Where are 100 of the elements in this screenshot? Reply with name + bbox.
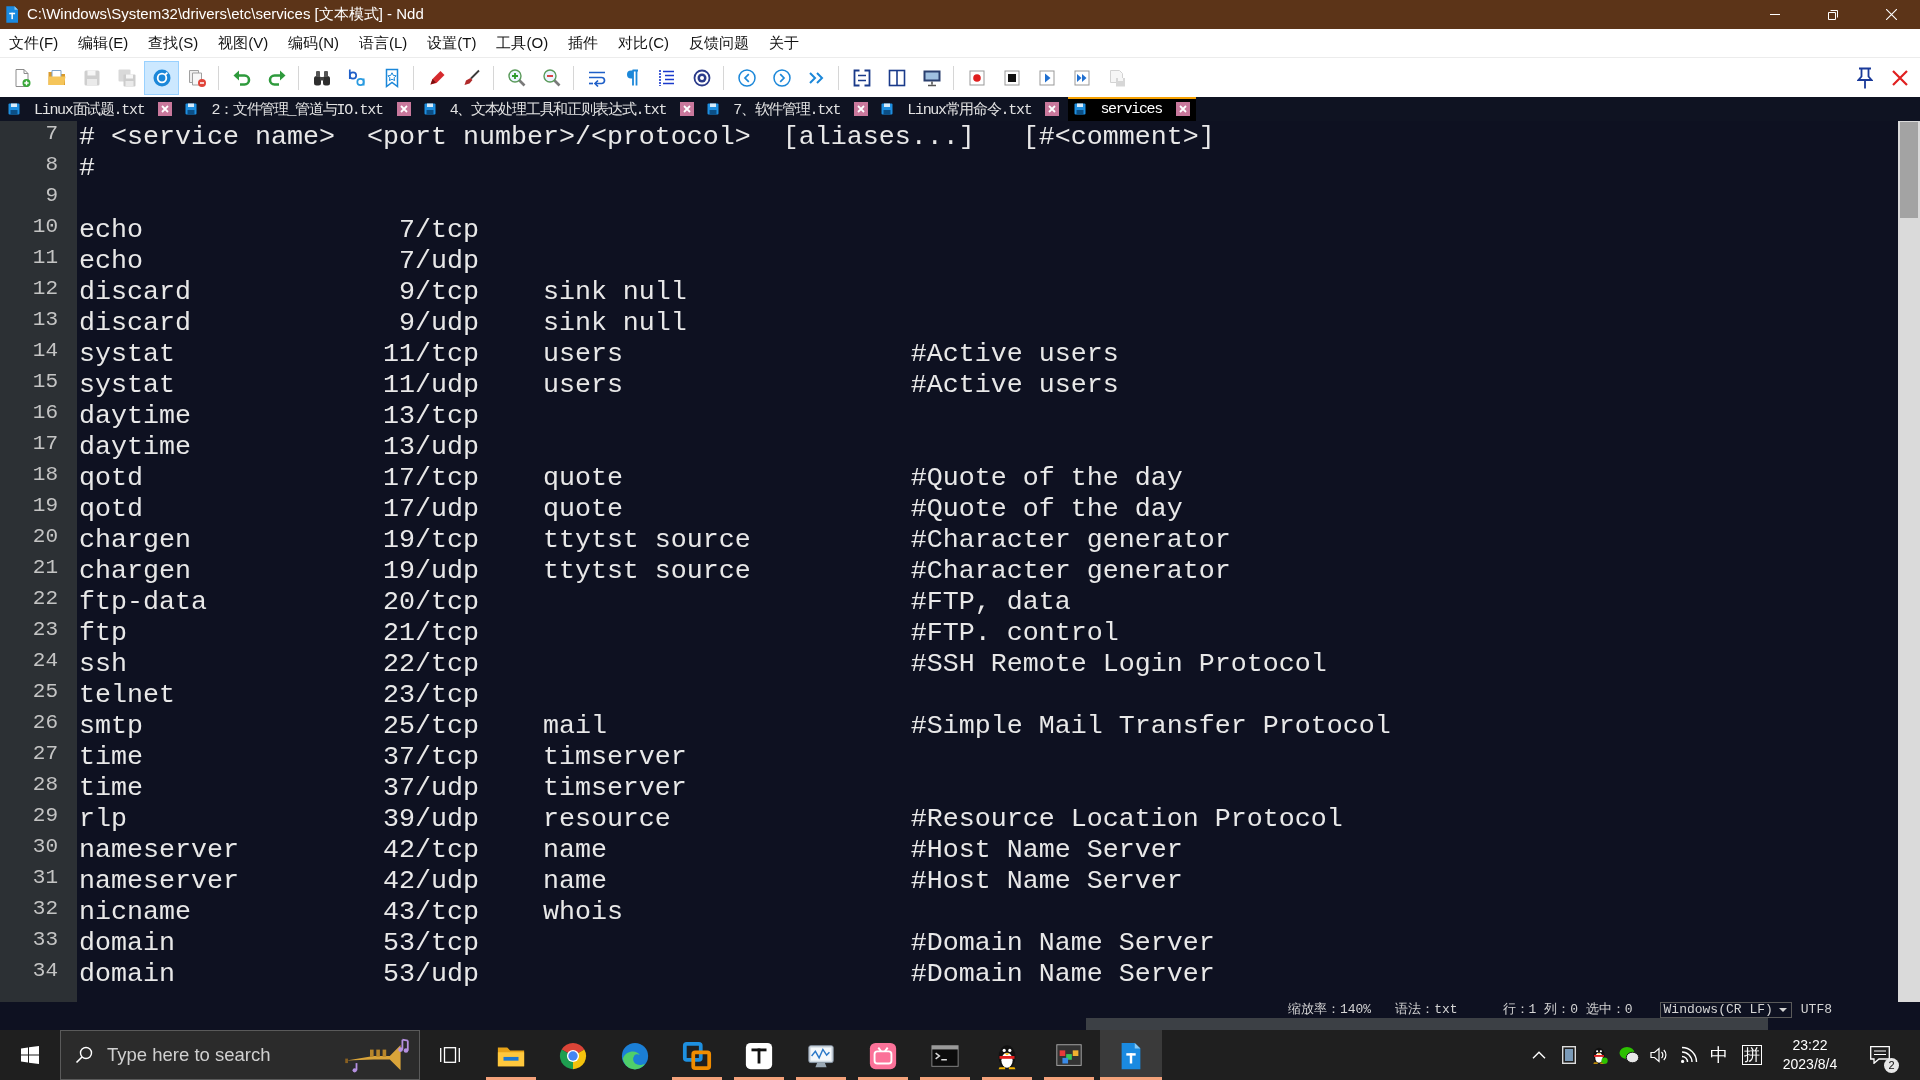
- menu-item[interactable]: 视图(V): [210, 30, 277, 56]
- service-name: qotd: [79, 494, 144, 525]
- ime-indicator[interactable]: 中: [1704, 1043, 1734, 1067]
- line-number: 23: [31, 618, 59, 643]
- port-protocol: 13/tcp: [382, 401, 479, 432]
- port-protocol: 42/tcp: [382, 835, 479, 866]
- menu-item[interactable]: 编辑(E): [70, 30, 137, 56]
- port-protocol: 37/udp: [382, 773, 479, 804]
- service-name: discard: [79, 308, 192, 339]
- window-title: C:\Windows\System32\drivers\etc\services [文本模式] - Ndd: [27, 5, 425, 24]
- service-aliases: name: [542, 835, 608, 866]
- split-pane-icon: [886, 67, 907, 88]
- code-comment: #Character generator: [910, 556, 1232, 587]
- tab[interactable]: 7、软件管理.txt: [701, 97, 876, 121]
- menu-item[interactable]: 反馈问题: [681, 30, 757, 56]
- line-number: 17: [31, 432, 59, 457]
- menu-item[interactable]: 查找(S): [140, 30, 207, 56]
- windows-logo-icon: [21, 1046, 39, 1064]
- encoding-label: UTF8: [1800, 1003, 1832, 1017]
- code-comment: #Domain Name Server: [910, 959, 1216, 990]
- file-watch-button[interactable]: [144, 60, 179, 95]
- notification-button[interactable]: 2: [1850, 1030, 1910, 1080]
- close-icon[interactable]: [854, 102, 869, 116]
- menu-item[interactable]: 设置(T): [419, 30, 485, 56]
- code-comment: #Host Name Server: [910, 835, 1184, 866]
- menu-item[interactable]: 对比(C): [610, 30, 677, 56]
- code-comment: #Domain Name Server: [910, 928, 1216, 959]
- chevron-up-icon[interactable]: [1532, 1051, 1546, 1059]
- line-number: 12: [31, 277, 59, 302]
- service-name: echo: [79, 246, 144, 277]
- service-aliases: resource: [542, 804, 672, 835]
- tab[interactable]: 4、文本处理工具和正则表达式.txt: [417, 97, 702, 121]
- menu-item[interactable]: 语言(L): [351, 30, 416, 56]
- close-icon[interactable]: [396, 102, 411, 116]
- menu-item[interactable]: 编码(N): [280, 30, 347, 56]
- notification-badge: 2: [1884, 1058, 1899, 1073]
- close-icon: [1885, 9, 1897, 20]
- line-ending-dropdown[interactable]: Windows(CR LF): [1659, 1002, 1792, 1018]
- service-name: daytime: [79, 401, 192, 432]
- line-number: 15: [31, 370, 59, 395]
- input-mode-indicator[interactable]: 拼: [1742, 1045, 1762, 1065]
- tab[interactable]: services: [1068, 97, 1196, 121]
- tab[interactable]: Linux面试题.txt: [2, 97, 180, 121]
- tv-icon: [868, 1041, 898, 1071]
- port-protocol: 13/udp: [382, 432, 479, 463]
- restore-icon: [1828, 9, 1838, 20]
- port-protocol: 43/tcp: [382, 897, 479, 928]
- code-comment: #Active users: [910, 339, 1120, 370]
- service-name: nameserver: [79, 866, 240, 897]
- menu-item[interactable]: 文件(F): [1, 30, 67, 56]
- port-protocol: 20/tcp: [382, 587, 479, 618]
- code-comment: # <service name> <port number>/<protocol> [aliases...] [#<comment>]: [79, 122, 1215, 152]
- service-aliases: ttytst source: [542, 556, 752, 587]
- line-number: 18: [31, 463, 59, 488]
- clock-date: 2023/8/4: [1782, 1055, 1838, 1074]
- port-protocol: 9/udp: [398, 308, 479, 339]
- line-number: 22: [31, 587, 59, 612]
- code-comment: #: [79, 153, 95, 183]
- floppy-disks-icon: [116, 67, 137, 88]
- circle-right-icon: [771, 67, 792, 88]
- wifi-icon[interactable]: [1680, 1046, 1698, 1064]
- tab[interactable]: 2：文件管理_管道与IO.txt: [179, 97, 418, 121]
- line-number: 20: [31, 525, 59, 550]
- close-icon[interactable]: [1045, 102, 1060, 116]
- menu-item[interactable]: 关于: [761, 30, 807, 56]
- zoom-in-icon: [506, 67, 527, 88]
- close-icon[interactable]: [680, 102, 695, 116]
- search-field[interactable]: Type here to search: [107, 1040, 329, 1070]
- service-aliases: users: [542, 339, 624, 370]
- zoom-out-icon: [541, 67, 562, 88]
- folder-icon: [46, 67, 67, 88]
- service-aliases: timserver: [542, 742, 688, 773]
- port-protocol: 7/tcp: [398, 215, 479, 246]
- port-protocol: 39/udp: [382, 804, 479, 835]
- cursor-position: 行：1 列：0 选中：0: [1502, 1003, 1633, 1017]
- menu-item[interactable]: 工具(O): [488, 30, 557, 56]
- close-icon[interactable]: [158, 102, 173, 116]
- search-bar[interactable]: Type here to search: [60, 1030, 420, 1080]
- speaker-icon[interactable]: [1650, 1047, 1668, 1063]
- scrollbar-thumb[interactable]: [1900, 122, 1918, 218]
- tab[interactable]: Linux常用命令.txt: [875, 97, 1067, 121]
- port-protocol: 22/tcp: [382, 649, 479, 680]
- code-comment: #Simple Mail Transfer Protocol: [910, 711, 1392, 742]
- task-view-icon: [440, 1047, 460, 1063]
- code-comment: #FTP, data: [910, 587, 1072, 618]
- line-number: 24: [31, 649, 59, 674]
- service-name: ssh: [79, 649, 128, 680]
- documents-minus-icon: [186, 67, 207, 88]
- code-comment: #FTP. control: [910, 618, 1120, 649]
- code-comment: #Quote of the day: [910, 463, 1184, 494]
- zoom-level: 缩放率：140%: [1287, 1003, 1372, 1017]
- port-protocol: 17/udp: [382, 494, 479, 525]
- clock-time: 23:22: [1792, 1036, 1828, 1055]
- minimize-icon: [1770, 14, 1780, 15]
- tablet-icon[interactable]: [1562, 1046, 1576, 1064]
- chat-bubbles-icon[interactable]: [1619, 1046, 1639, 1064]
- menu-item[interactable]: 插件: [560, 30, 607, 56]
- service-aliases: quote: [542, 494, 624, 525]
- port-protocol: 7/udp: [398, 246, 479, 277]
- service-name: nameserver: [79, 835, 240, 866]
